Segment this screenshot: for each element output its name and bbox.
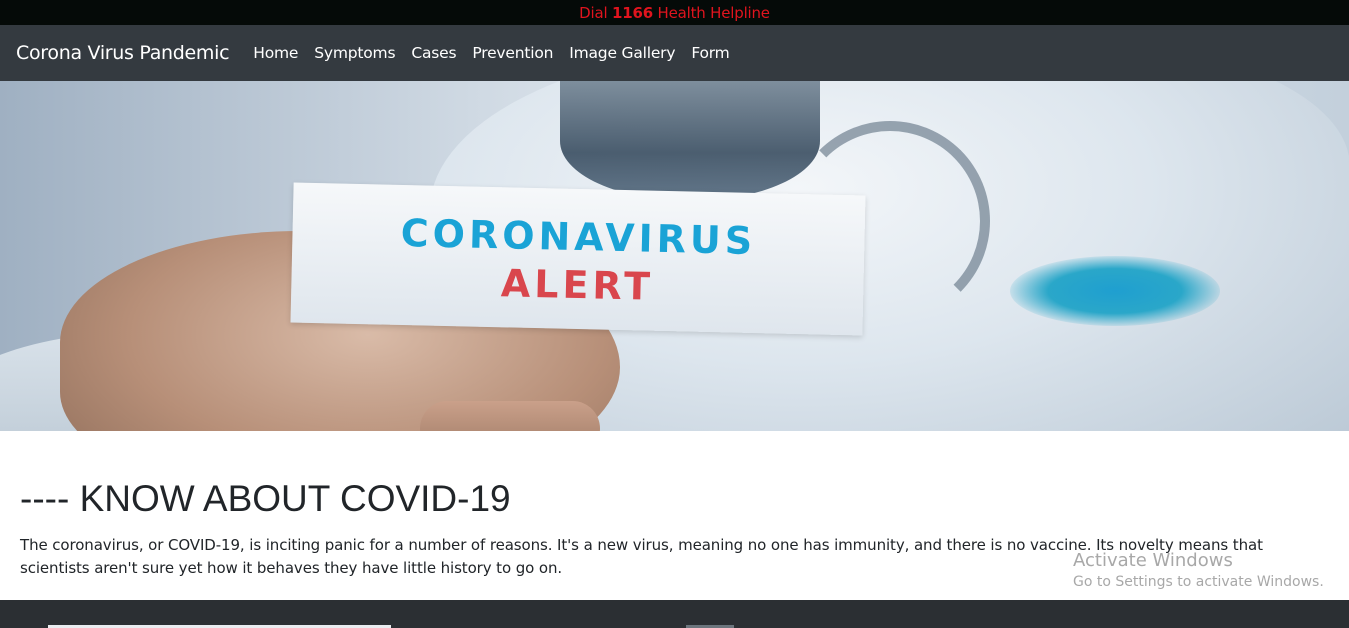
- card-line-alert: ALERT: [500, 261, 655, 309]
- activate-windows-watermark: Activate Windows Go to Settings to activ…: [1073, 550, 1324, 590]
- navbar-brand[interactable]: Corona Virus Pandemic: [16, 42, 230, 64]
- nav-item-home[interactable]: Home: [251, 44, 306, 62]
- nav-item-cases[interactable]: Cases: [403, 44, 464, 62]
- card-line-coronavirus: CORONAVIRUS: [400, 210, 757, 264]
- watermark-title: Activate Windows: [1073, 550, 1233, 571]
- blurred-badge: [1010, 256, 1220, 326]
- section-title: ---- KNOW ABOUT COVID-19: [20, 478, 511, 519]
- watermark-subtitle: Go to Settings to activate Windows.: [1073, 574, 1324, 590]
- doctor-thumb: [420, 401, 600, 431]
- navbar: Corona Virus Pandemic Home Symptoms Case…: [0, 25, 1349, 81]
- alert-card: CORONAVIRUS ALERT: [290, 182, 866, 336]
- nav-item-image-gallery[interactable]: Image Gallery: [561, 44, 683, 62]
- nav-menu: Home Symptoms Cases Prevention Image Gal…: [251, 44, 737, 62]
- doctor-collar: [560, 81, 820, 201]
- helpline-number: 1166: [612, 4, 653, 22]
- nav-item-form[interactable]: Form: [683, 44, 737, 62]
- hero-image: CORONAVIRUS ALERT: [0, 81, 1349, 431]
- footer-strip: [0, 600, 1349, 628]
- helpline-suffix: Health Helpline: [657, 4, 770, 22]
- nav-item-prevention[interactable]: Prevention: [464, 44, 561, 62]
- helpline-prefix: Dial: [579, 4, 608, 22]
- nav-item-symptoms[interactable]: Symptoms: [306, 44, 403, 62]
- helpline-bar: Dial 1166 Health Helpline: [0, 0, 1349, 25]
